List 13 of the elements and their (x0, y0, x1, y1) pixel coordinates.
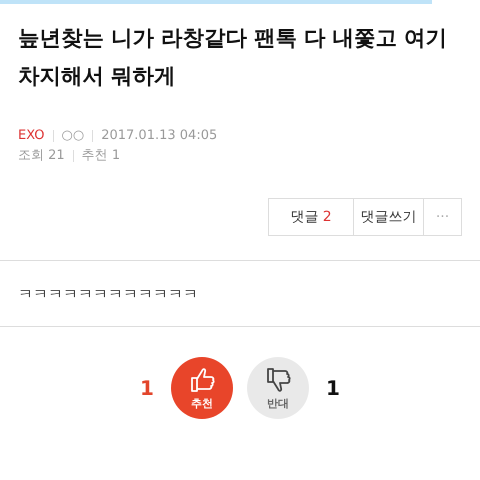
oppose-count: 1 (325, 376, 341, 400)
view-count: 조회 21 (18, 147, 65, 165)
thumbs-down-icon (265, 366, 291, 394)
recommend-button[interactable]: 추천 (171, 357, 233, 419)
post-title: 늪년찾는 니가 라창같다 팬톡 다 내쫓고 여기 차지해서 뭐하게 (18, 25, 448, 91)
oppose-button[interactable]: 반대 (247, 357, 309, 419)
recommend-count: 1 (139, 376, 155, 400)
board-name[interactable]: EXO (18, 126, 45, 146)
post-body: ㅋㅋㅋㅋㅋㅋㅋㅋㅋㅋㅋㅋ (18, 285, 199, 304)
thumbs-up-icon (189, 366, 215, 394)
author-name: ○○ (62, 127, 84, 145)
post-date: 2017.01.13 04:05 (101, 127, 218, 145)
recommend-count: 추천 1 (82, 147, 120, 165)
